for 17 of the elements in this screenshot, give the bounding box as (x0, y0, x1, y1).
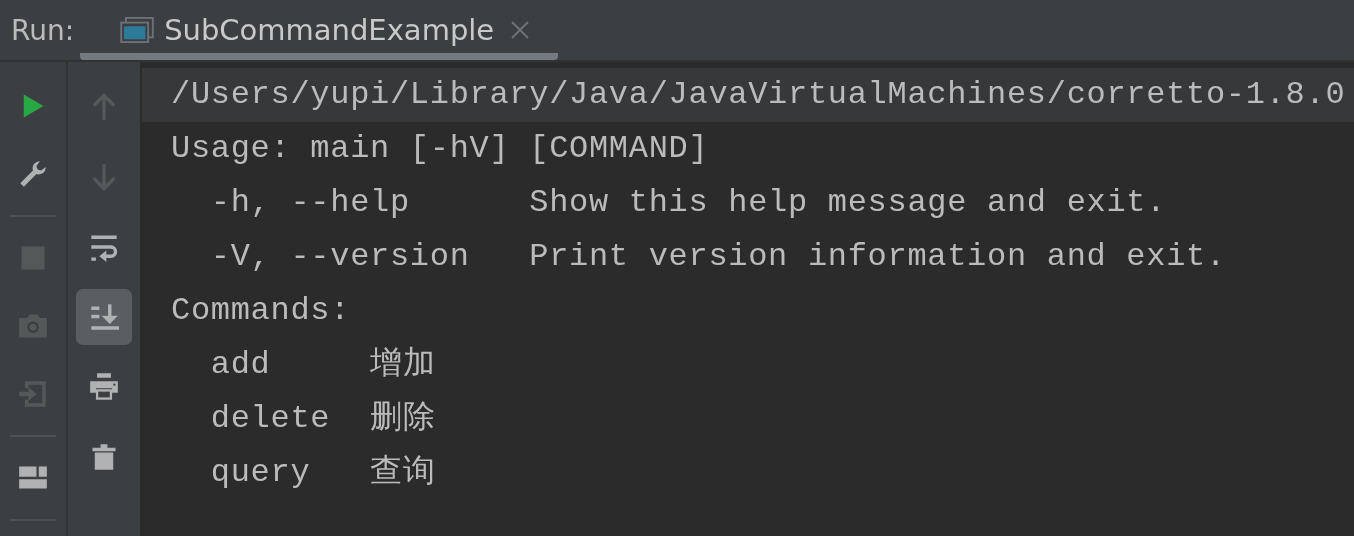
console-line: Commands: (170, 291, 352, 331)
console-line: Usage: main [-hV] [COMMAND] (170, 129, 710, 169)
window-icon (120, 16, 155, 43)
console-line: query 查询 (209, 453, 437, 493)
soft-wrap-icon[interactable] (89, 232, 119, 262)
console-line: delete 删除 (209, 399, 437, 439)
run-tab[interactable]: SubCommandExample (80, 0, 559, 60)
scroll-to-end-icon[interactable] (89, 302, 119, 332)
wrench-icon[interactable] (18, 159, 48, 189)
console-line: -V, --version Print version information and exit. (209, 237, 1227, 277)
console-line: -h, --help Show this help message and exit. (209, 183, 1168, 223)
trash-icon[interactable] (89, 442, 119, 472)
printer-icon[interactable] (89, 372, 119, 402)
close-icon[interactable] (510, 19, 531, 40)
toolbar-button[interactable] (76, 289, 132, 345)
run-label: Run: (11, 13, 75, 47)
console-line: add 增加 (209, 345, 437, 385)
